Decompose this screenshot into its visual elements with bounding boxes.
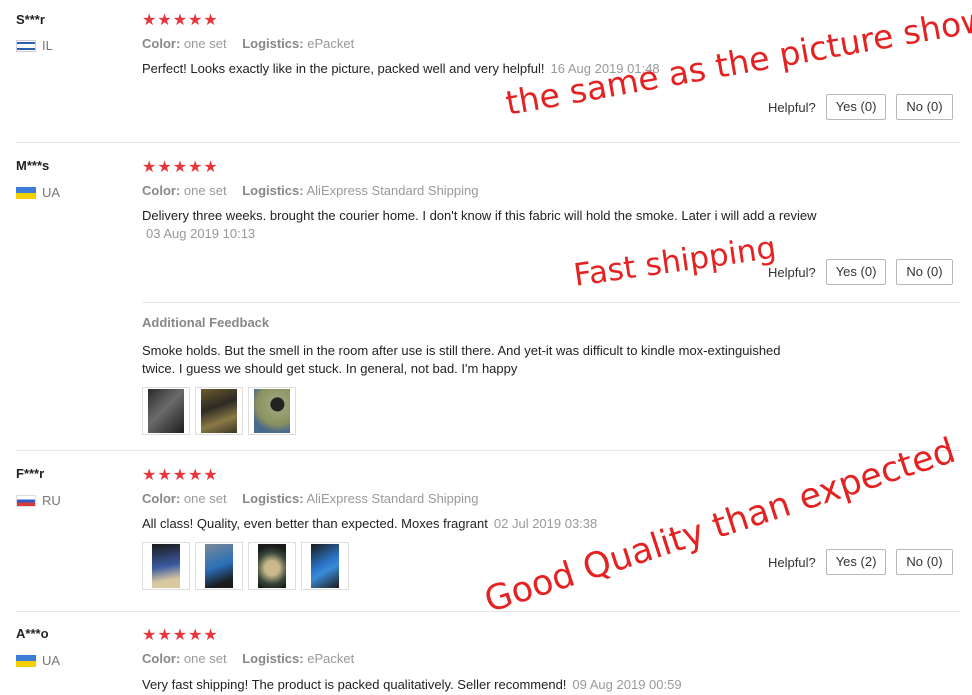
ukraine-flag-icon xyxy=(16,654,36,667)
review-photo-thumbnail[interactable] xyxy=(301,542,349,590)
ukraine-flag-icon xyxy=(16,186,36,199)
russia-flag-icon xyxy=(16,494,36,507)
review-photo-thumbnail[interactable] xyxy=(195,542,243,590)
additional-feedback-title: Additional Feedback xyxy=(142,315,270,330)
review-photo-thumbnail[interactable] xyxy=(142,542,190,590)
israel-flag-icon xyxy=(16,39,36,52)
reviewer-country: UA xyxy=(16,653,60,668)
helpful-yes-button[interactable]: Yes (0) xyxy=(825,94,887,120)
reviewer-name: S***r xyxy=(16,12,45,27)
helpful-yes-button[interactable]: Yes (2) xyxy=(825,549,887,575)
review-date: 02 Jul 2019 03:38 xyxy=(493,516,598,531)
reviewer-name: A***o xyxy=(16,626,49,641)
helpful-yes-button[interactable]: Yes (0) xyxy=(825,259,887,285)
review-meta: Color: one set Logistics: ePacket xyxy=(142,651,355,666)
reviewer-country: UA xyxy=(16,185,60,200)
review-date: 09 Aug 2019 00:59 xyxy=(572,677,682,692)
review-divider xyxy=(16,450,960,451)
review-photo-thumbnail[interactable] xyxy=(248,387,296,435)
review-meta: Color: one set Logistics: AliExpress Sta… xyxy=(142,491,479,506)
review-photo-thumbnail[interactable] xyxy=(195,387,243,435)
review-photo-thumbnail[interactable] xyxy=(248,542,296,590)
star-rating: ★★★★★ xyxy=(142,159,219,176)
feedback-photos xyxy=(142,387,296,435)
helpful-no-button[interactable]: No (0) xyxy=(896,94,953,120)
helpful-no-button[interactable]: No (0) xyxy=(896,549,953,575)
helpful-no-button[interactable]: No (0) xyxy=(896,259,953,285)
star-rating: ★★★★★ xyxy=(142,467,219,484)
star-rating: ★★★★★ xyxy=(142,12,219,29)
helpful-label: Helpful? xyxy=(768,264,816,280)
feedback-divider xyxy=(142,302,960,303)
review-divider xyxy=(16,142,960,143)
review-meta: Color: one set Logistics: ePacket xyxy=(142,36,355,51)
helpful-label: Helpful? xyxy=(768,554,816,570)
helpful-controls: Helpful? Yes (0) No (0) xyxy=(768,94,953,120)
helpful-controls: Helpful? Yes (2) No (0) xyxy=(768,549,953,575)
review-photos xyxy=(142,542,349,590)
reviewer-country: RU xyxy=(16,493,61,508)
reviewer-country: IL xyxy=(16,38,53,53)
helpful-controls: Helpful? Yes (0) No (0) xyxy=(768,259,953,285)
review-text: All class! Quality, even better than exp… xyxy=(142,516,598,531)
reviewer-name: F***r xyxy=(16,466,45,481)
additional-feedback-text: Smoke holds. But the smell in the room a… xyxy=(142,343,781,376)
star-rating: ★★★★★ xyxy=(142,627,219,644)
reviewer-name: M***s xyxy=(16,158,50,173)
review-meta: Color: one set Logistics: AliExpress Sta… xyxy=(142,183,479,198)
review-text: Very fast shipping! The product is packe… xyxy=(142,677,682,692)
helpful-label: Helpful? xyxy=(768,99,816,115)
review-photo-thumbnail[interactable] xyxy=(142,387,190,435)
